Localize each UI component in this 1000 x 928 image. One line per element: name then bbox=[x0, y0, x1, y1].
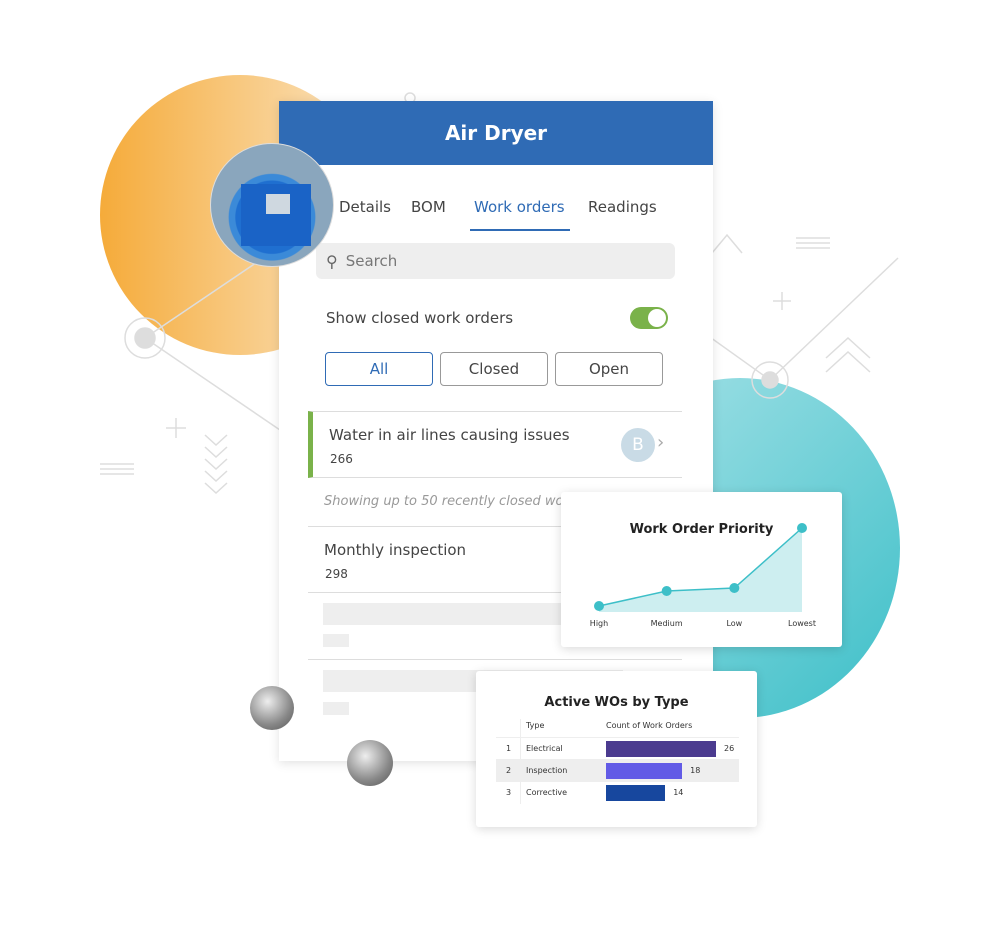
x-tick-label: Medium bbox=[651, 619, 683, 628]
skeleton-line bbox=[323, 702, 349, 715]
x-tick-label: Low bbox=[726, 619, 742, 628]
search-input[interactable]: ⚲ Search bbox=[316, 243, 675, 279]
filter-open-button[interactable]: Open bbox=[555, 352, 663, 386]
priority-chart: High Medium Low Lowest bbox=[590, 523, 816, 628]
show-closed-label: Show closed work orders bbox=[326, 309, 514, 327]
work-order-title: Monthly inspection bbox=[324, 541, 467, 559]
search-icon: ⚲ bbox=[326, 251, 338, 271]
row-type: Electrical bbox=[526, 744, 563, 753]
closed-note: Showing up to 50 recently closed work bbox=[324, 494, 577, 509]
divider bbox=[308, 659, 682, 660]
show-closed-toggle[interactable] bbox=[630, 307, 668, 329]
row-rank: 3 bbox=[506, 788, 512, 797]
work-order-priority-card: Work Order Priority High Medium Low Lowest bbox=[561, 492, 842, 647]
active-wos-card: Active WOs by Type Type Count of Work Or… bbox=[476, 671, 757, 827]
row-type: Corrective bbox=[526, 788, 568, 797]
screw-image bbox=[250, 686, 294, 730]
search-placeholder: Search bbox=[345, 252, 398, 270]
bar bbox=[606, 741, 716, 757]
work-order-id: 266 bbox=[330, 452, 353, 466]
air-dryer-photo bbox=[210, 143, 334, 267]
work-order-id: 298 bbox=[325, 567, 348, 581]
filter-closed-button[interactable]: Closed bbox=[440, 352, 548, 386]
x-tick-label: Lowest bbox=[788, 619, 816, 628]
data-point bbox=[729, 583, 740, 593]
asset-panel: Air Dryer Details BOM Work orders Readin… bbox=[279, 101, 713, 761]
active-tab-indicator bbox=[470, 229, 570, 231]
avatar: B bbox=[621, 428, 655, 462]
bar-value: 26 bbox=[724, 744, 735, 753]
row-rank: 1 bbox=[506, 744, 512, 753]
tab-readings[interactable]: Readings bbox=[588, 198, 657, 216]
skeleton-line bbox=[323, 634, 349, 647]
tab-bom[interactable]: BOM bbox=[411, 198, 446, 216]
bar bbox=[606, 785, 666, 801]
bar bbox=[606, 763, 683, 779]
screw-image bbox=[347, 740, 393, 786]
data-point bbox=[594, 601, 604, 611]
table-row: 1 Electrical 26 bbox=[496, 737, 739, 759]
data-point bbox=[661, 586, 672, 596]
bar-value: 14 bbox=[673, 788, 684, 797]
table-row: 3 Corrective 14 bbox=[496, 781, 739, 803]
chart-title: Active WOs by Type bbox=[544, 695, 689, 710]
column-header-count: Count of Work Orders bbox=[606, 721, 693, 730]
table-row: 2 Inspection 18 bbox=[496, 759, 739, 781]
bar-value: 18 bbox=[690, 766, 701, 775]
tab-work-orders[interactable]: Work orders bbox=[474, 198, 565, 216]
row-type: Inspection bbox=[526, 766, 568, 775]
tab-details[interactable]: Details bbox=[339, 198, 391, 216]
panel-title: Air Dryer bbox=[279, 101, 713, 165]
data-point bbox=[797, 523, 807, 533]
filter-all-button[interactable]: All bbox=[325, 352, 433, 386]
chevron-right-icon[interactable]: › bbox=[657, 432, 664, 453]
x-tick-label: High bbox=[590, 619, 608, 628]
work-order-title: Water in air lines causing issues bbox=[329, 426, 570, 444]
column-header-type: Type bbox=[526, 721, 545, 730]
row-rank: 2 bbox=[506, 766, 512, 775]
